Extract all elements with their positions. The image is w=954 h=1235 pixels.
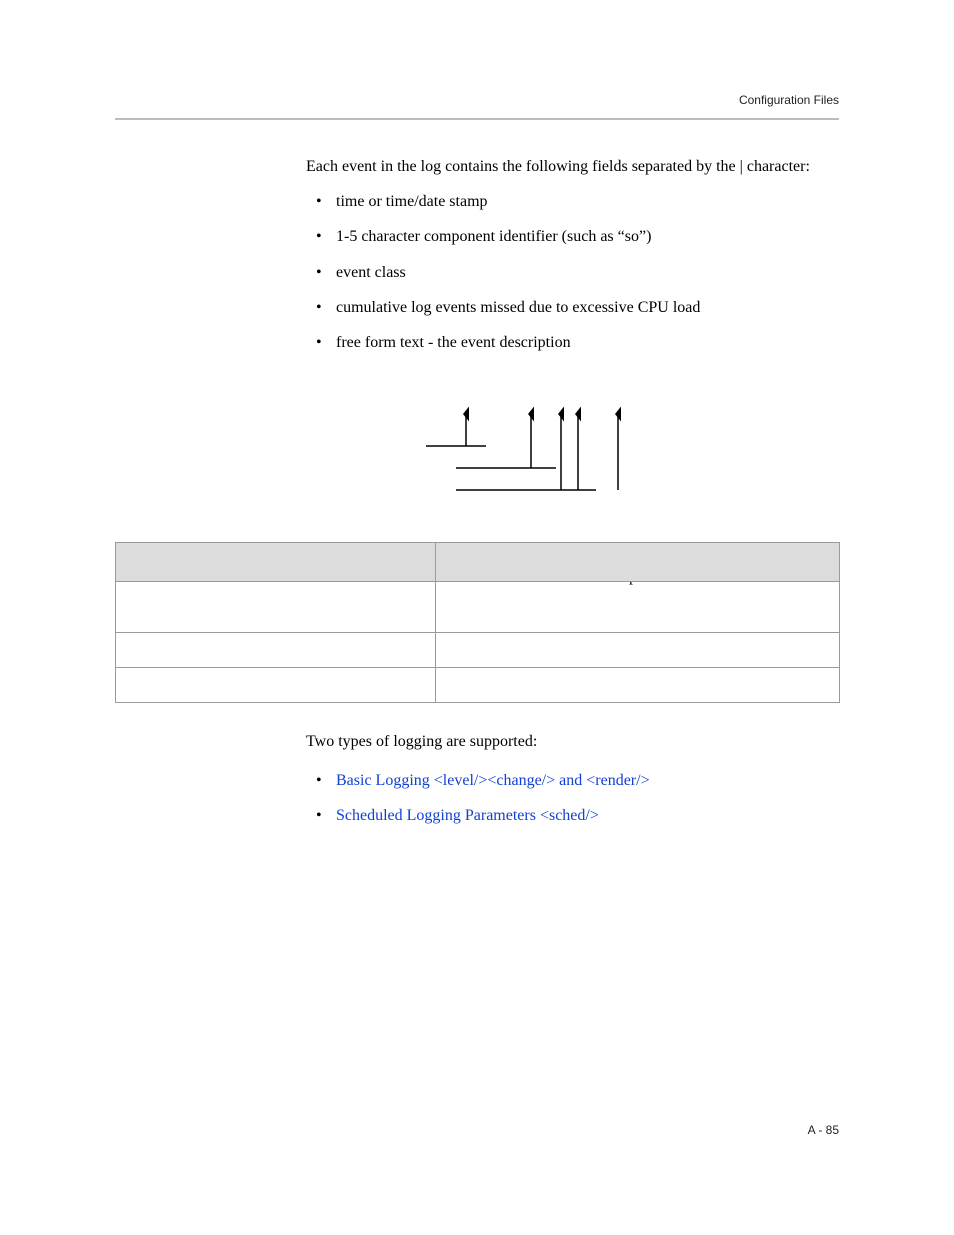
page: Configuration Files Each event in the lo… [0,0,954,1235]
list-item: Scheduled Logging Parameters <sched/> [306,804,840,827]
list-item: free form text - the event description [306,331,840,354]
intro-paragraph: Each event in the log contains the follo… [306,155,840,178]
table-cell [436,668,840,703]
table-header-cell [436,543,840,582]
table-cell [116,633,436,668]
header-rule [115,118,839,120]
list-item: time or time/date stamp [306,190,840,213]
table-cell [436,582,840,633]
timestamp-table [115,542,839,703]
after-table-column: Two types of logging are supported: Basi… [306,714,840,840]
table-cell [116,582,436,633]
table-row [116,668,840,703]
cross-reference-link[interactable]: Scheduled Logging Parameters <sched/> [336,807,599,824]
list-item: 1-5 character component identifier (such… [306,225,840,248]
table-row [116,633,840,668]
cross-reference-link[interactable]: Basic Logging <level/><change/> and <ren… [336,772,650,789]
page-number: A - 85 [808,1122,839,1139]
table-cell [436,633,840,668]
table-cell [116,668,436,703]
field-list: time or time/date stamp 1-5 character co… [306,190,840,354]
table-header-cell [116,543,436,582]
logging-types-list: Basic Logging <level/><change/> and <ren… [306,769,840,827]
table-header-row [116,543,840,582]
table-row [116,582,840,633]
logging-intro: Two types of logging are supported: [306,730,840,753]
list-item: event class [306,261,840,284]
list-item: Basic Logging <level/><change/> and <ren… [306,769,840,792]
body-column: Each event in the log contains the follo… [306,155,840,605]
list-item: cumulative log events missed due to exce… [306,296,840,319]
log-field-diagram [366,406,626,526]
running-header: Configuration Files [739,92,839,109]
